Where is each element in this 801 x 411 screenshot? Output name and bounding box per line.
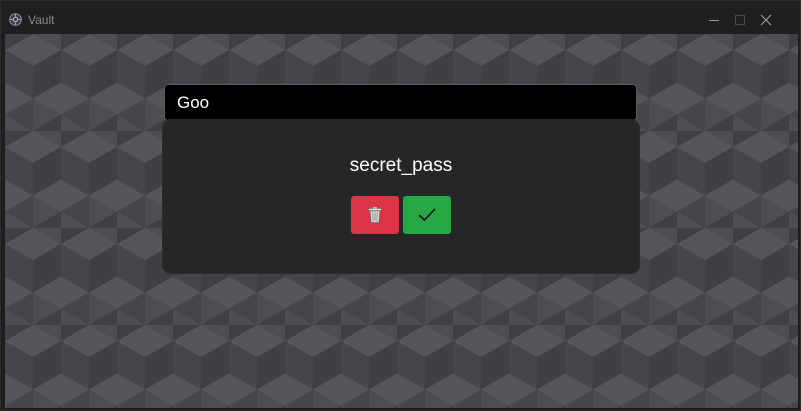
close-icon: [760, 14, 772, 26]
close-button[interactable]: [755, 9, 777, 31]
checkmark-icon: [418, 208, 436, 221]
maximize-icon: [735, 15, 745, 25]
title-bar[interactable]: Vault: [1, 1, 800, 34]
maximize-button[interactable]: [729, 9, 751, 31]
main-content: secret_pass: [5, 34, 798, 408]
minimize-icon: [709, 20, 719, 21]
entry-card: secret_pass: [163, 120, 639, 273]
vault-app-icon: [9, 13, 22, 26]
window-title: Vault: [28, 13, 55, 27]
trash-icon: [368, 207, 382, 223]
minimize-button[interactable]: [703, 9, 725, 31]
app-window: Vault Goo secret_pass: [0, 0, 801, 411]
confirm-button[interactable]: [403, 196, 451, 234]
entry-name: secret_pass: [349, 155, 453, 176]
search-input[interactable]: [164, 84, 637, 121]
delete-button[interactable]: [351, 196, 399, 234]
